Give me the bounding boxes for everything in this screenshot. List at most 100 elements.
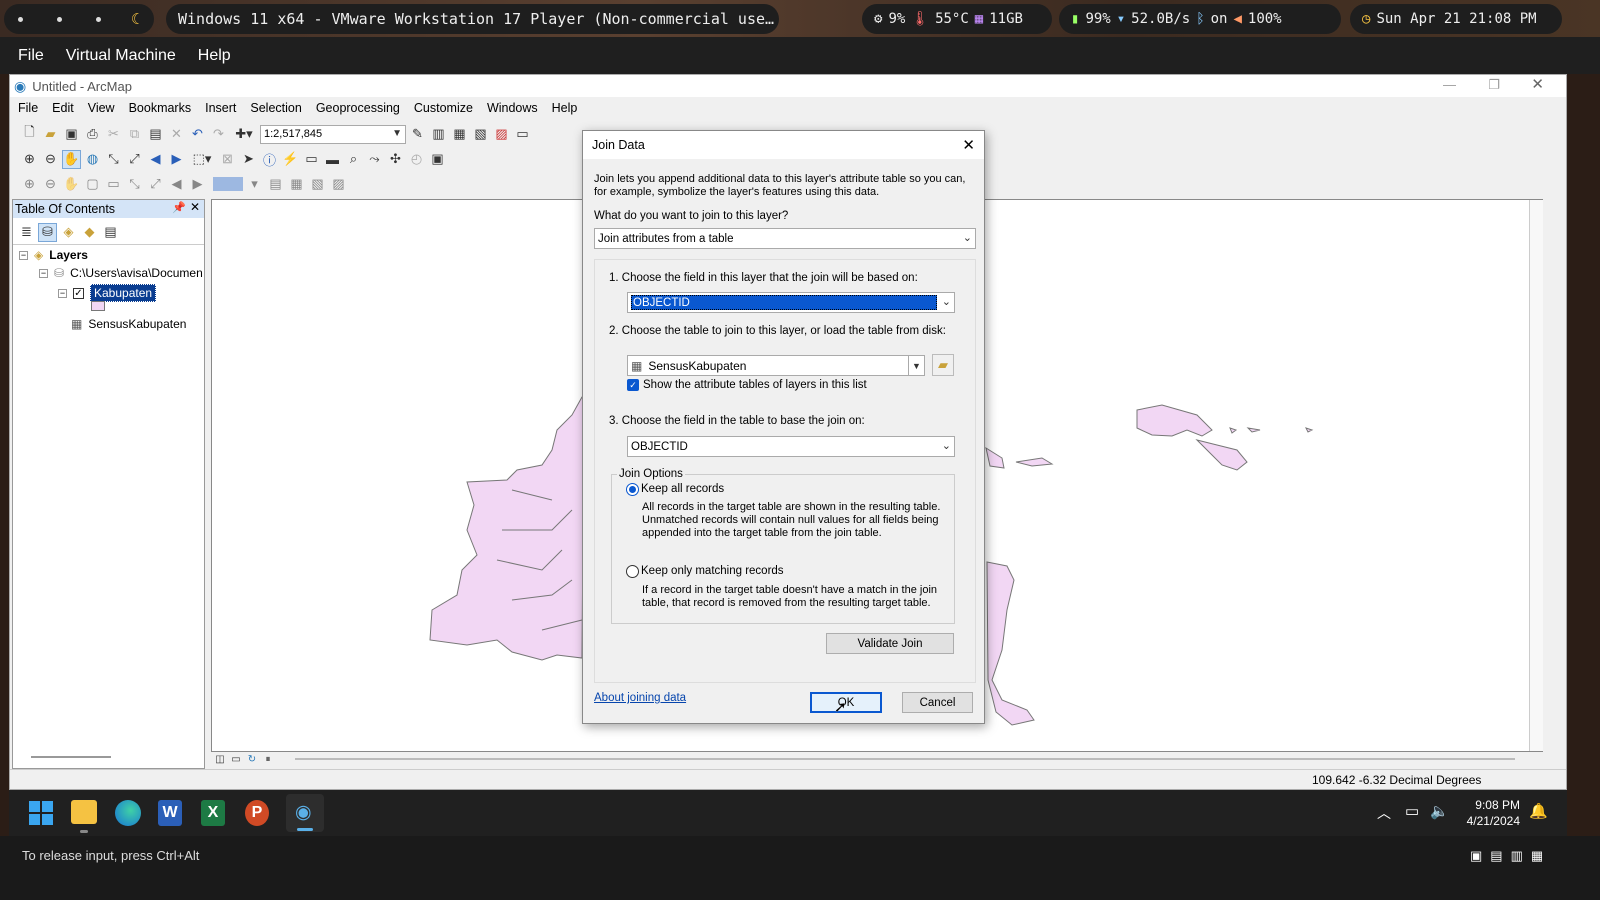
python-window-icon[interactable]: ▭	[513, 125, 532, 144]
windows-start-icon[interactable]	[29, 801, 53, 825]
zoom-100-icon[interactable]: ▭	[104, 175, 123, 194]
horizontal-scrollbar[interactable]	[295, 758, 1515, 760]
editor-icon[interactable]: ✎	[408, 125, 427, 144]
usb-icon[interactable]: ▥	[1511, 848, 1523, 864]
toc-source-row[interactable]: − ⛁ C:\Users\avisa\Documen	[39, 266, 204, 280]
layer-visibility-checkbox[interactable]: ✓	[73, 287, 84, 299]
change-layout-icon[interactable]: ▧	[308, 175, 327, 194]
time-slider-icon[interactable]: ◴	[407, 150, 426, 169]
route-icon[interactable]: ⤳	[365, 150, 384, 169]
vm-menu-help[interactable]: Help	[198, 47, 231, 65]
layer-field-select[interactable]: OBJECTID ⌄	[627, 292, 955, 313]
zoom-in-icon[interactable]: ⊕	[20, 150, 39, 169]
edge-icon[interactable]	[115, 800, 141, 826]
toc-layer-row[interactable]: − ✓ Kabupaten	[58, 284, 157, 302]
menu-help[interactable]: Help	[552, 101, 578, 115]
menu-bookmarks[interactable]: Bookmarks	[129, 101, 192, 115]
menu-edit[interactable]: Edit	[52, 101, 74, 115]
vm-menu-file[interactable]: File	[18, 47, 44, 65]
menu-selection[interactable]: Selection	[250, 101, 301, 115]
workspace-dots[interactable]: ☾	[4, 4, 154, 34]
sound-card-icon[interactable]: ▦	[1531, 848, 1543, 864]
show-layers-checkbox[interactable]: ✓	[627, 379, 639, 391]
focus-frame-icon[interactable]: ▦	[287, 175, 306, 194]
fixed-zoom-in-icon[interactable]: ⤡	[104, 150, 123, 169]
layout-back-icon[interactable]: ◀	[167, 175, 186, 194]
redo-icon[interactable]: ↷	[209, 125, 228, 144]
collapse-icon[interactable]: −	[39, 268, 48, 278]
pause-drawing-icon[interactable]: ⏸	[261, 752, 275, 766]
menu-windows[interactable]: Windows	[487, 101, 538, 115]
list-by-source-icon[interactable]: ⛁	[38, 222, 57, 242]
scale-combo[interactable]: 1:2,517,845 ▼	[260, 124, 406, 144]
keep-matching-radio[interactable]	[626, 565, 639, 578]
network-adapter-icon[interactable]: ▤	[1490, 848, 1502, 864]
list-by-selection-icon[interactable]: ◆	[80, 223, 99, 242]
about-joining-link[interactable]: About joining data	[594, 692, 686, 704]
arctoolbox-icon[interactable]: ▨	[492, 125, 511, 144]
close-icon[interactable]: ✕	[1531, 75, 1544, 93]
vm-menu-virtual-machine[interactable]: Virtual Machine	[66, 47, 176, 65]
layout-pan-icon[interactable]: ✋	[62, 175, 81, 194]
menu-customize[interactable]: Customize	[414, 101, 473, 115]
add-data-icon[interactable]: ✚▾	[230, 125, 258, 144]
powerpoint-icon[interactable]: P	[245, 800, 269, 826]
minimize-icon[interactable]: —	[1443, 77, 1456, 92]
toc-layer-name[interactable]: Kabupaten	[90, 284, 157, 302]
zoom-whole-page-icon[interactable]: ▢	[83, 175, 102, 194]
menu-geoprocessing[interactable]: Geoprocessing	[316, 101, 400, 115]
word-icon[interactable]: W	[158, 800, 182, 826]
hard-disk-icon[interactable]: ▣	[1470, 848, 1482, 864]
xy-icon[interactable]: ✣	[386, 150, 405, 169]
select-elements-icon[interactable]: ➤	[239, 150, 258, 169]
viewer-icon[interactable]: ▣	[428, 150, 447, 169]
data-view-icon[interactable]: ◫	[213, 752, 227, 766]
arcmap-taskbar-button[interactable]: ◉	[286, 794, 324, 832]
network-icon[interactable]: ▭	[1405, 802, 1419, 820]
catalog-icon[interactable]: ▦	[450, 125, 469, 144]
measure-icon[interactable]: ▬	[323, 150, 342, 169]
toc-scrollbar[interactable]	[31, 756, 111, 758]
validate-join-button[interactable]: Validate Join	[826, 633, 954, 654]
hyperlink-icon[interactable]: ⚡	[281, 150, 300, 169]
fixed-zoom-out-layout-icon[interactable]: ⤢	[146, 175, 165, 194]
close-icon[interactable]: ✕	[190, 200, 200, 214]
data-driven-pages-icon[interactable]: ▨	[329, 175, 348, 194]
menu-insert[interactable]: Insert	[205, 101, 236, 115]
speaker-icon[interactable]: 🔈	[1430, 802, 1449, 820]
chevron-down-icon[interactable]: ▾	[245, 175, 264, 194]
layout-zoom-out-icon[interactable]: ⊖	[41, 175, 60, 194]
paste-icon[interactable]: ▤	[146, 125, 165, 144]
layout-zoom-in-icon[interactable]: ⊕	[20, 175, 39, 194]
chevron-up-icon[interactable]: ︿	[1377, 803, 1391, 823]
copy-icon[interactable]: ⧉	[125, 125, 144, 144]
pan-icon[interactable]: ✋	[62, 149, 81, 169]
dialog-close-icon[interactable]: ✕	[962, 136, 975, 154]
collapse-icon[interactable]: −	[58, 288, 67, 298]
html-popup-icon[interactable]: ▭	[302, 150, 321, 169]
table-field-select[interactable]: OBJECTID ⌄	[627, 436, 955, 457]
browse-folder-icon[interactable]: ▰	[932, 354, 954, 376]
full-extent-icon[interactable]: ◍	[83, 150, 102, 169]
map-vertical-scrollbar[interactable]	[1529, 200, 1543, 751]
pin-icon[interactable]: 📌	[172, 201, 186, 214]
join-table-select[interactable]: ▦ SensusKabupaten ▼	[627, 355, 925, 376]
notification-bell-icon[interactable]: 🔔	[1529, 802, 1548, 820]
fixed-zoom-in-layout-icon[interactable]: ⤡	[125, 175, 144, 194]
zoom-out-icon[interactable]: ⊖	[41, 150, 60, 169]
list-by-drawing-order-icon[interactable]: ≣	[17, 223, 36, 242]
fixed-zoom-out-icon[interactable]: ⤢	[125, 150, 144, 169]
keep-all-radio[interactable]	[626, 483, 639, 496]
collapse-icon[interactable]: −	[19, 250, 28, 260]
new-document-icon[interactable]: 🗋	[20, 124, 39, 144]
layout-view-icon[interactable]: ▭	[229, 752, 243, 766]
tray-clock[interactable]: 9:08 PM 4/21/2024	[1455, 797, 1520, 829]
refresh-icon[interactable]: ↻	[245, 752, 259, 766]
save-icon[interactable]: ▣	[62, 125, 81, 144]
menu-file[interactable]: File	[18, 101, 38, 115]
list-by-visibility-icon[interactable]: ◈	[59, 223, 78, 242]
clear-selection-icon[interactable]: ⊠	[218, 150, 237, 169]
chevron-down-icon[interactable]: ▼	[908, 356, 924, 375]
file-explorer-icon[interactable]	[71, 800, 97, 824]
layout-forward-icon[interactable]: ▶	[188, 175, 207, 194]
